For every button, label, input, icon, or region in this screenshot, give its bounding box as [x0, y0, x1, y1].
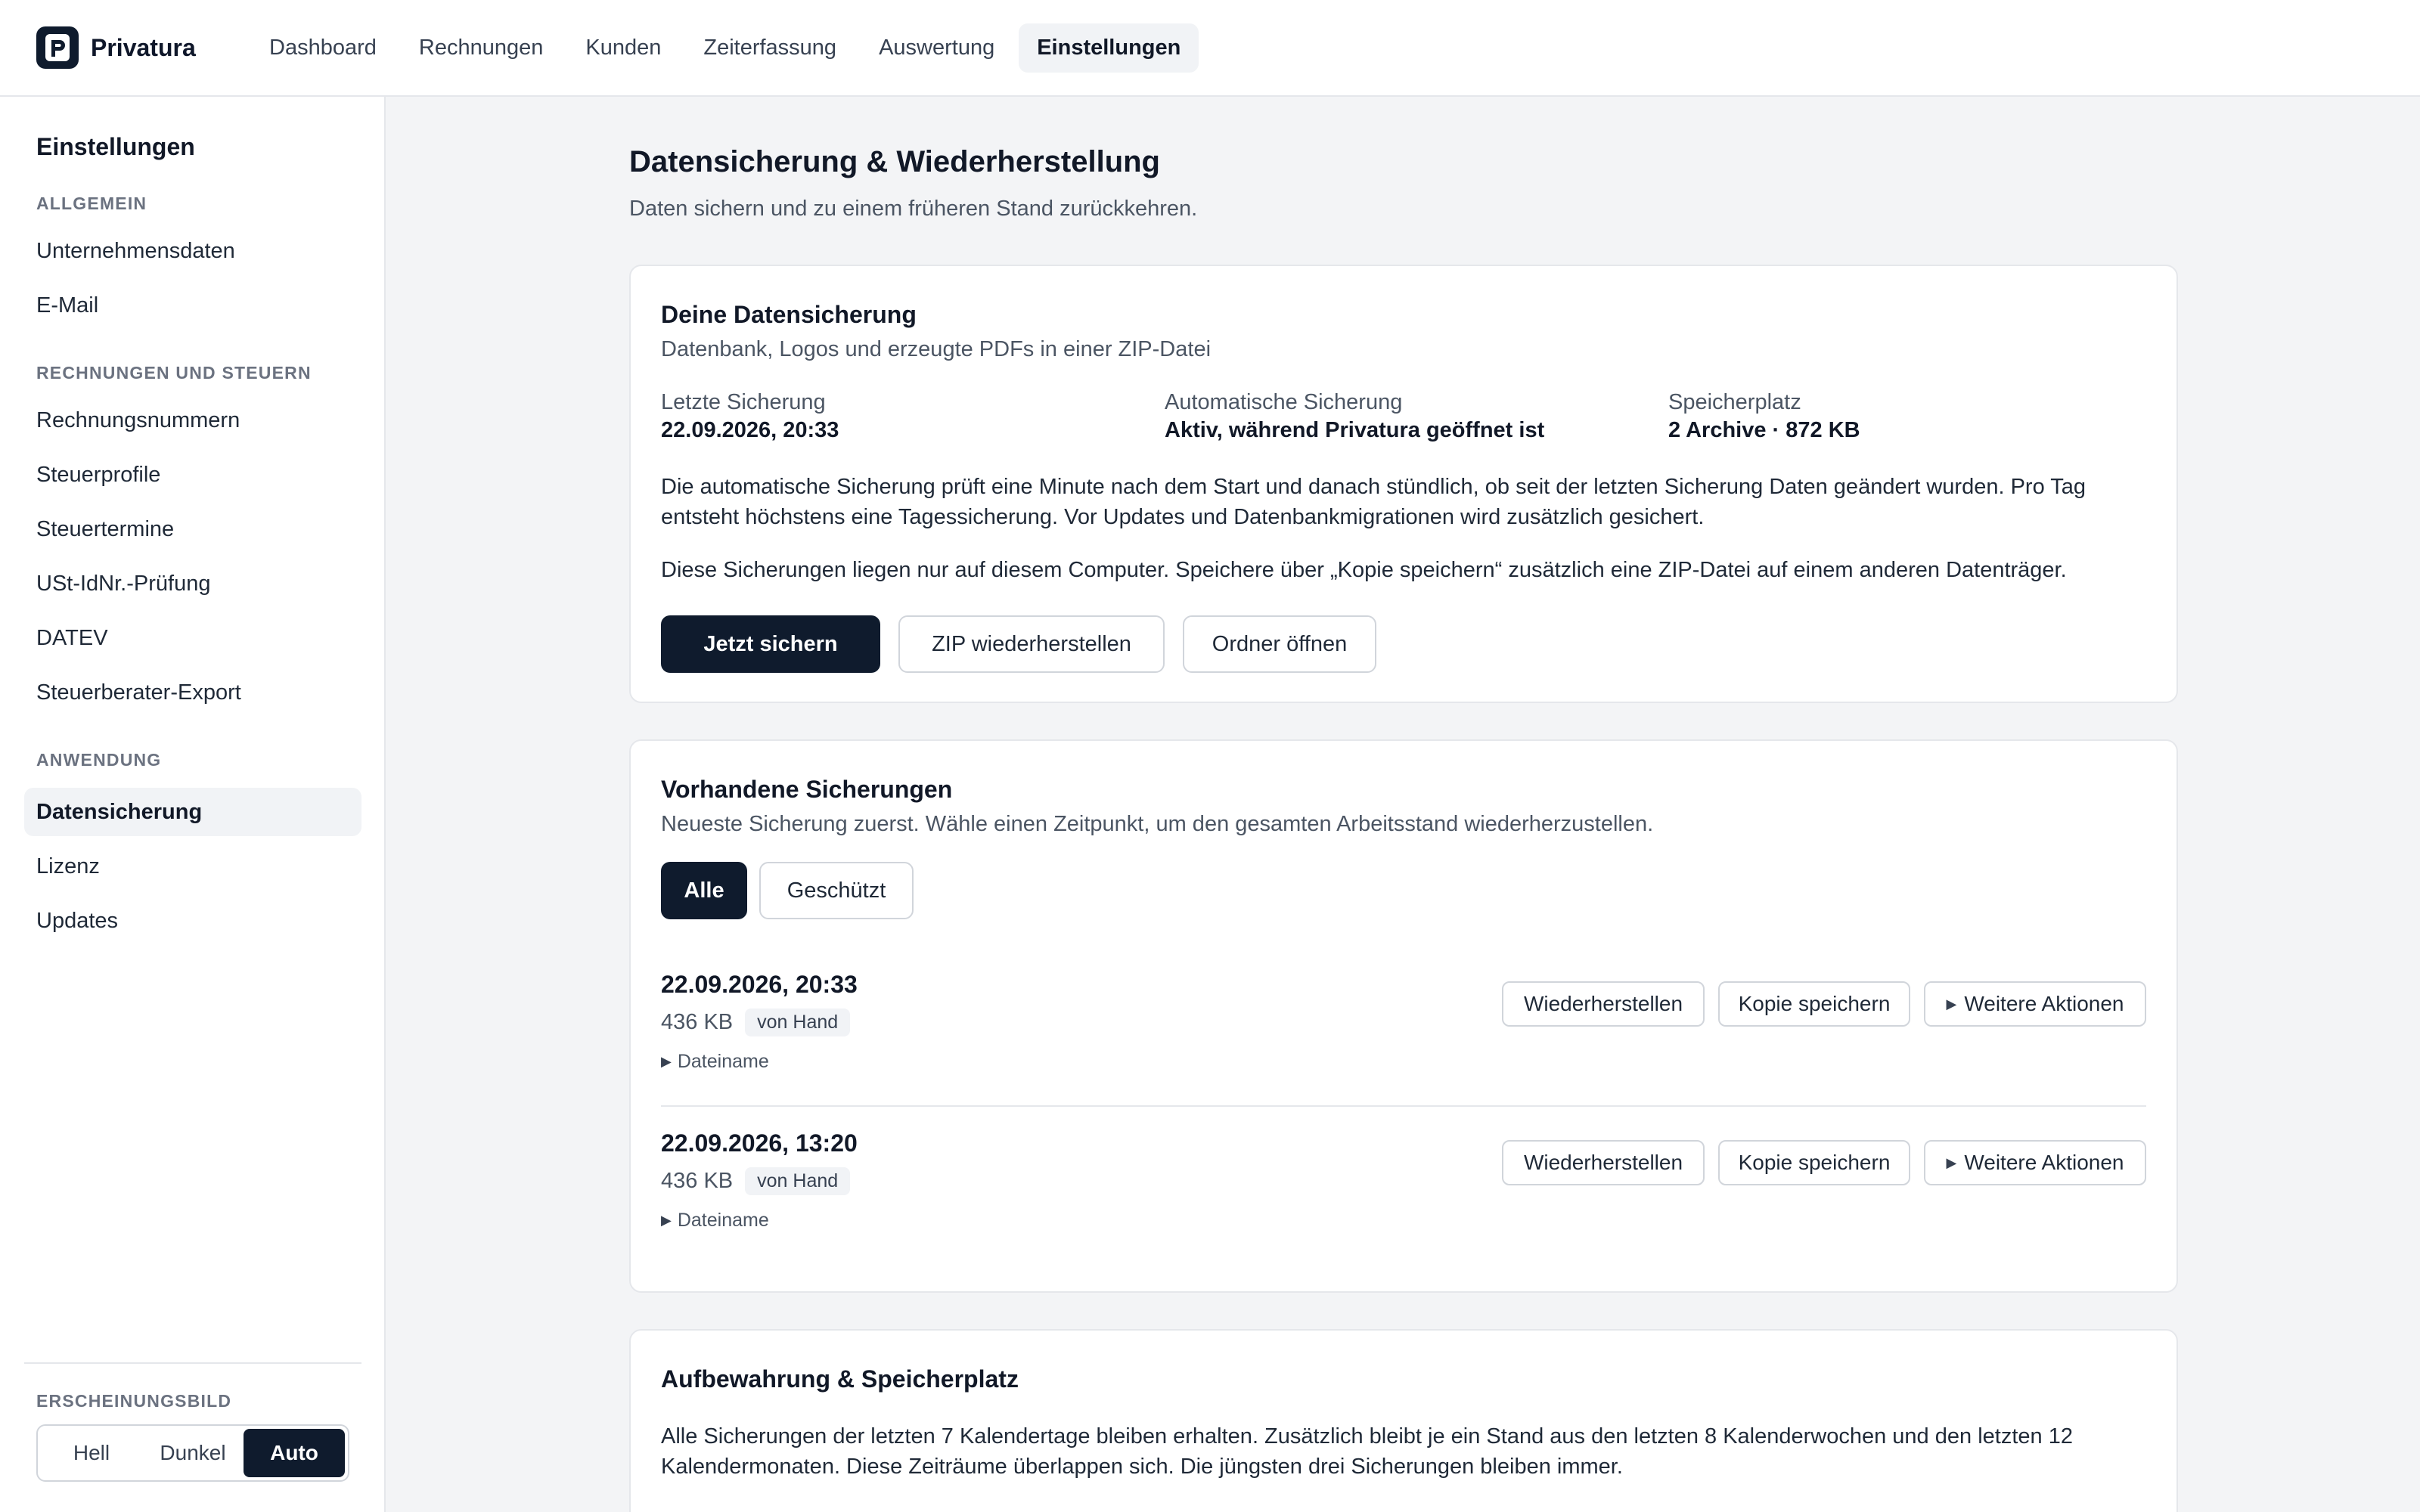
section-erscheinungsbild: ERSCHEINUNGSBILD — [36, 1391, 232, 1411]
stat-last-backup-value: 22.09.2026, 20:33 — [661, 418, 839, 442]
retention-card: Aufbewahrung & Speicherplatz Alle Sicher… — [629, 1329, 2178, 1512]
restore-zip-button[interactable]: ZIP wiederherstellen — [898, 615, 1165, 673]
nav-zeiterfassung[interactable]: Zeiterfassung — [685, 23, 855, 73]
auto-backup-description: Die automatische Sicherung prüft eine Mi… — [661, 475, 2086, 529]
backup-row-size: 436 KB — [661, 1169, 734, 1193]
backup-row-meta: 436 KB von Hand — [661, 1167, 851, 1195]
backup-card: Deine Datensicherung Datenbank, Logos un… — [629, 265, 2178, 703]
sidebar-item-datev[interactable]: DATEV — [24, 614, 361, 662]
more-actions-button[interactable]: ▶ Weitere Aktionen — [1924, 1140, 2146, 1185]
open-folder-button[interactable]: Ordner öffnen — [1183, 615, 1376, 673]
local-backup-note: Diese Sicherungen liegen nur auf diesem … — [661, 558, 2067, 582]
stat-auto-backup-label: Automatische Sicherung — [1165, 390, 1403, 414]
page-title: Datensicherung & Wiederherstellung — [629, 145, 1160, 178]
retention-description: Alle Sicherungen der letzten 7 Kalendert… — [661, 1424, 2073, 1479]
filename-disclosure[interactable]: ▶ Dateiname — [661, 1210, 769, 1232]
backup-row-date: 22.09.2026, 13:20 — [661, 1129, 858, 1157]
sidebar-item-lizenz[interactable]: Lizenz — [24, 842, 361, 891]
existing-backups-subtitle: Neueste Sicherung zuerst. Wähle einen Ze… — [661, 812, 1654, 836]
theme-toggle: Hell Dunkel Auto — [36, 1424, 349, 1482]
section-allgemein: ALLGEMEIN — [36, 194, 147, 213]
more-actions-label: Weitere Aktionen — [1964, 1151, 2124, 1174]
nav-einstellungen[interactable]: Einstellungen — [1019, 23, 1199, 73]
section-rechnungen-steuern: RECHNUNGEN UND STEUERN — [36, 363, 312, 383]
sidebar-divider — [24, 1362, 361, 1364]
sidebar-item-datensicherung[interactable]: Datensicherung — [24, 788, 361, 836]
sidebar-item-unternehmensdaten[interactable]: Unternehmensdaten — [24, 227, 361, 275]
page-subtitle: Daten sichern und zu einem früheren Stan… — [629, 197, 1198, 221]
triangle-right-icon: ▶ — [1946, 996, 1957, 1012]
stat-storage-value: 2 Archive · 872 KB — [1668, 418, 1860, 442]
sidebar-item-updates[interactable]: Updates — [24, 897, 361, 945]
filter-all-button[interactable]: Alle — [661, 862, 747, 919]
save-copy-button[interactable]: Kopie speichern — [1718, 1140, 1910, 1185]
backup-card-title: Deine Datensicherung — [661, 301, 917, 328]
backup-row-size: 436 KB — [661, 1010, 734, 1034]
stat-storage-label: Speicherplatz — [1668, 390, 1801, 414]
sidebar-item-rechnungsnummern[interactable]: Rechnungsnummern — [24, 396, 361, 445]
triangle-right-icon: ▶ — [661, 1054, 672, 1069]
backup-type-badge: von Hand — [745, 1009, 851, 1036]
restore-button[interactable]: Wiederherstellen — [1502, 1140, 1705, 1185]
app-name: Privatura — [91, 33, 196, 61]
theme-option-auto[interactable]: Auto — [244, 1429, 345, 1477]
triangle-right-icon: ▶ — [661, 1213, 672, 1228]
nav-kunden[interactable]: Kunden — [567, 23, 679, 73]
nav-auswertung[interactable]: Auswertung — [861, 23, 1013, 73]
filter-protected-button[interactable]: Geschützt — [759, 862, 914, 919]
stat-last-backup-label: Letzte Sicherung — [661, 390, 826, 414]
brand[interactable]: Privatura — [36, 26, 251, 69]
existing-backups-card: Vorhandene Sicherungen Neueste Sicherung… — [629, 739, 2178, 1293]
sidebar-item-steuertermine[interactable]: Steuertermine — [24, 505, 361, 553]
more-actions-label: Weitere Aktionen — [1964, 992, 2124, 1015]
triangle-right-icon: ▶ — [1946, 1154, 1957, 1170]
backup-row-meta: 436 KB von Hand — [661, 1009, 851, 1036]
section-anwendung: ANWENDUNG — [36, 750, 162, 770]
top-navigation-bar: Privatura Dashboard Rechnungen Kunden Ze… — [0, 0, 2420, 97]
backup-row-date: 22.09.2026, 20:33 — [661, 971, 858, 998]
stat-last-backup: Letzte Sicherung 22.09.2026, 20:33 — [661, 390, 839, 443]
nav-dashboard[interactable]: Dashboard — [251, 23, 395, 73]
sidebar-item-steuerprofile[interactable]: Steuerprofile — [24, 451, 361, 499]
backup-card-subtitle: Datenbank, Logos und erzeugte PDFs in ei… — [661, 337, 1212, 361]
main-nav: Dashboard Rechnungen Kunden Zeiterfassun… — [251, 23, 1199, 73]
restore-button[interactable]: Wiederherstellen — [1502, 981, 1705, 1027]
stat-storage: Speicherplatz 2 Archive · 872 KB — [1668, 390, 1860, 443]
nav-rechnungen[interactable]: Rechnungen — [401, 23, 561, 73]
sidebar-item-steuerberater-export[interactable]: Steuerberater-Export — [24, 668, 361, 717]
sidebar-title: Einstellungen — [36, 133, 195, 160]
backup-type-badge: von Hand — [745, 1167, 851, 1195]
sidebar-item-ust-idnr-pruefung[interactable]: USt-IdNr.-Prüfung — [24, 559, 361, 608]
row-separator — [661, 1105, 2146, 1107]
save-copy-button[interactable]: Kopie speichern — [1718, 981, 1910, 1027]
filename-disclosure[interactable]: ▶ Dateiname — [661, 1051, 769, 1073]
theme-option-hell[interactable]: Hell — [41, 1429, 142, 1477]
retention-card-title: Aufbewahrung & Speicherplatz — [661, 1365, 1019, 1393]
filename-label: Dateiname — [677, 1051, 769, 1072]
existing-backups-title: Vorhandene Sicherungen — [661, 776, 953, 803]
stat-auto-backup-value: Aktiv, während Privatura geöffnet ist — [1165, 418, 1545, 442]
more-actions-button[interactable]: ▶ Weitere Aktionen — [1924, 981, 2146, 1027]
sidebar-item-email[interactable]: E-Mail — [24, 281, 361, 330]
privatura-logo-icon — [36, 26, 79, 69]
stat-auto-backup: Automatische Sicherung Aktiv, während Pr… — [1165, 390, 1544, 443]
theme-option-dunkel[interactable]: Dunkel — [142, 1429, 244, 1477]
backup-now-button[interactable]: Jetzt sichern — [661, 615, 880, 673]
filename-label: Dateiname — [677, 1210, 769, 1231]
settings-sidebar: Einstellungen ALLGEMEIN Unternehmensdate… — [0, 97, 386, 1512]
